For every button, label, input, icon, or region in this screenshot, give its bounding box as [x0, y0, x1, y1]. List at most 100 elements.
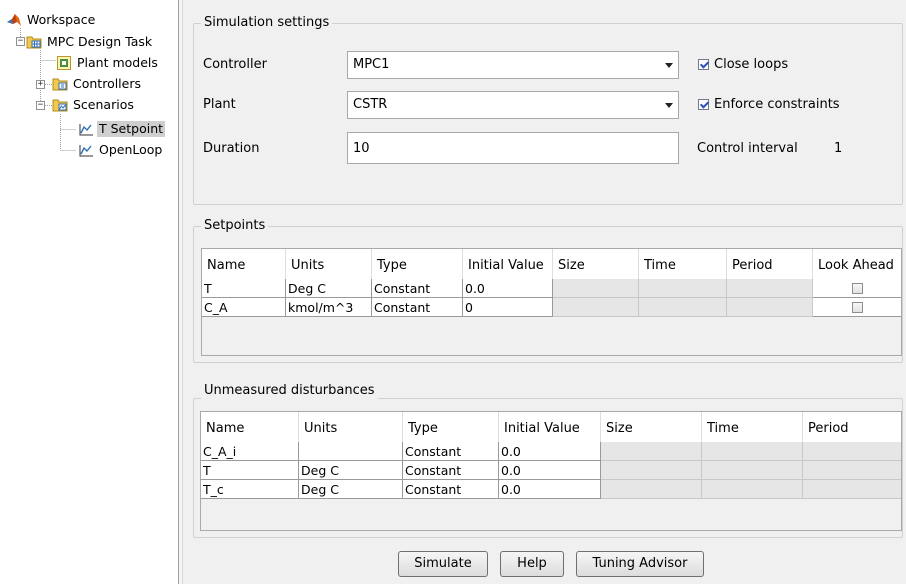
table-cell	[639, 298, 727, 317]
setpoints-table[interactable]: Name Units Type Initial Value Size Time …	[201, 248, 902, 356]
tree-node-label: MPC Design Task	[47, 34, 153, 49]
look-ahead-checkbox[interactable]	[851, 282, 863, 294]
splitter[interactable]	[178, 0, 183, 584]
table-cell[interactable]: Deg C	[299, 461, 403, 480]
table-row[interactable]: C_A_i Constant 0.0	[201, 442, 901, 461]
table-cell[interactable]: Constant	[403, 461, 499, 480]
table-row[interactable]: T_c Deg C Constant 0.0	[201, 480, 901, 499]
table-cell[interactable]: Constant	[403, 480, 499, 499]
table-cell	[727, 298, 813, 317]
collapse-task-toggle[interactable]: −	[16, 37, 25, 46]
column-header[interactable]: Size	[601, 412, 702, 442]
setpoints-title: Setpoints	[201, 218, 269, 234]
chevron-down-icon	[665, 103, 673, 108]
scenarios-folder-icon	[52, 99, 68, 112]
table-cell[interactable]: C_A_i	[201, 442, 299, 461]
table-cell[interactable]: T	[201, 461, 299, 480]
controller-select-value: MPC1	[353, 57, 390, 72]
look-ahead-checkbox[interactable]	[851, 301, 863, 313]
table-cell	[601, 442, 702, 461]
enforce-constraints-checkbox[interactable]: Enforce constraints	[698, 97, 840, 112]
tree-node-label: Scenarios	[73, 97, 134, 112]
table-cell[interactable]: 0.0	[499, 442, 601, 461]
column-header[interactable]: Time	[639, 249, 727, 279]
duration-label: Duration	[203, 141, 260, 156]
tree-node-mpc-design-task[interactable]: MPC Design Task	[26, 33, 154, 51]
duration-input[interactable]: 10	[347, 132, 679, 164]
scenario-plot-icon	[79, 145, 93, 157]
expand-controllers-toggle[interactable]: +	[36, 80, 45, 89]
task-folder-icon	[26, 36, 42, 49]
table-cell	[639, 279, 727, 298]
chevron-down-icon	[665, 63, 673, 68]
scenario-plot-icon	[79, 124, 93, 136]
table-row[interactable]: T Deg C Constant 0.0	[202, 279, 901, 298]
control-interval-value: 1	[834, 141, 843, 156]
column-header[interactable]: Time	[702, 412, 803, 442]
checkbox-box[interactable]	[698, 99, 709, 110]
table-cell	[553, 298, 639, 317]
controller-label: Controller	[203, 57, 267, 72]
table-cell[interactable]: kmol/m^3	[286, 298, 372, 317]
table-cell	[803, 480, 901, 499]
column-header[interactable]: Look Ahead	[813, 249, 901, 279]
matlab-logo-icon	[7, 14, 21, 26]
look-ahead-cell[interactable]	[813, 298, 901, 317]
table-cell	[803, 461, 901, 480]
table-cell[interactable]: 0.0	[499, 461, 601, 480]
tree-node-t-setpoint[interactable]: T Setpoint	[78, 120, 166, 138]
table-cell[interactable]: C_A	[202, 298, 286, 317]
column-header[interactable]: Period	[727, 249, 813, 279]
column-header[interactable]: Name	[202, 249, 286, 279]
table-cell	[702, 480, 803, 499]
table-cell[interactable]: Constant	[403, 442, 499, 461]
plant-model-icon	[57, 56, 71, 70]
tree-node-plant-models[interactable]: Plant models	[56, 54, 160, 72]
table-cell[interactable]: 0.0	[499, 480, 601, 499]
table-cell[interactable]	[299, 442, 403, 461]
tree-node-controllers[interactable]: Controllers	[52, 75, 143, 93]
table-cell	[702, 461, 803, 480]
simulate-button[interactable]: Simulate	[398, 551, 488, 577]
tree-node-scenarios[interactable]: Scenarios	[52, 96, 136, 114]
column-header[interactable]: Type	[403, 412, 499, 442]
tree-node-label: Plant models	[77, 55, 158, 70]
tree-node-label: OpenLoop	[99, 142, 163, 157]
column-header[interactable]: Initial Value	[463, 249, 553, 279]
look-ahead-cell[interactable]	[813, 279, 901, 298]
tree-node-workspace[interactable]: Workspace	[6, 11, 97, 29]
plant-select-value: CSTR	[353, 97, 388, 112]
table-cell[interactable]: 0.0	[463, 279, 553, 298]
table-cell[interactable]: Deg C	[286, 279, 372, 298]
table-header: Name Units Type Initial Value Size Time …	[202, 249, 901, 280]
column-header[interactable]: Period	[803, 412, 901, 442]
tree-node-openloop[interactable]: OpenLoop	[78, 141, 164, 159]
table-cell[interactable]: T	[202, 279, 286, 298]
column-header[interactable]: Units	[299, 412, 403, 442]
table-cell[interactable]: T_c	[201, 480, 299, 499]
table-cell[interactable]: 0	[463, 298, 553, 317]
table-row[interactable]: C_A kmol/m^3 Constant 0	[202, 298, 901, 317]
collapse-scenarios-toggle[interactable]: −	[36, 101, 45, 110]
close-loops-label: Close loops	[714, 57, 789, 72]
disturbances-table[interactable]: Name Units Type Initial Value Size Time …	[200, 411, 902, 531]
table-cell[interactable]: Constant	[372, 298, 463, 317]
tuning-advisor-button[interactable]: Tuning Advisor	[576, 551, 704, 577]
column-header[interactable]: Size	[553, 249, 639, 279]
column-header[interactable]: Units	[286, 249, 372, 279]
column-header[interactable]: Name	[201, 412, 299, 442]
table-row[interactable]: T Deg C Constant 0.0	[201, 461, 901, 480]
close-loops-checkbox[interactable]: Close loops	[698, 57, 788, 72]
plant-label: Plant	[203, 97, 236, 112]
column-header[interactable]: Initial Value	[499, 412, 601, 442]
control-interval-label: Control interval	[697, 141, 798, 156]
table-cell[interactable]: Constant	[372, 279, 463, 298]
plant-select[interactable]: CSTR	[347, 91, 679, 119]
checkbox-box[interactable]	[698, 59, 709, 70]
workspace-tree[interactable]: − + − Workspace MPC Design Task Plant mo…	[0, 0, 178, 584]
column-header[interactable]: Type	[372, 249, 463, 279]
table-cell[interactable]: Deg C	[299, 480, 403, 499]
simulation-settings-title: Simulation settings	[201, 15, 333, 31]
controller-select[interactable]: MPC1	[347, 51, 679, 79]
help-button[interactable]: Help	[500, 551, 564, 577]
